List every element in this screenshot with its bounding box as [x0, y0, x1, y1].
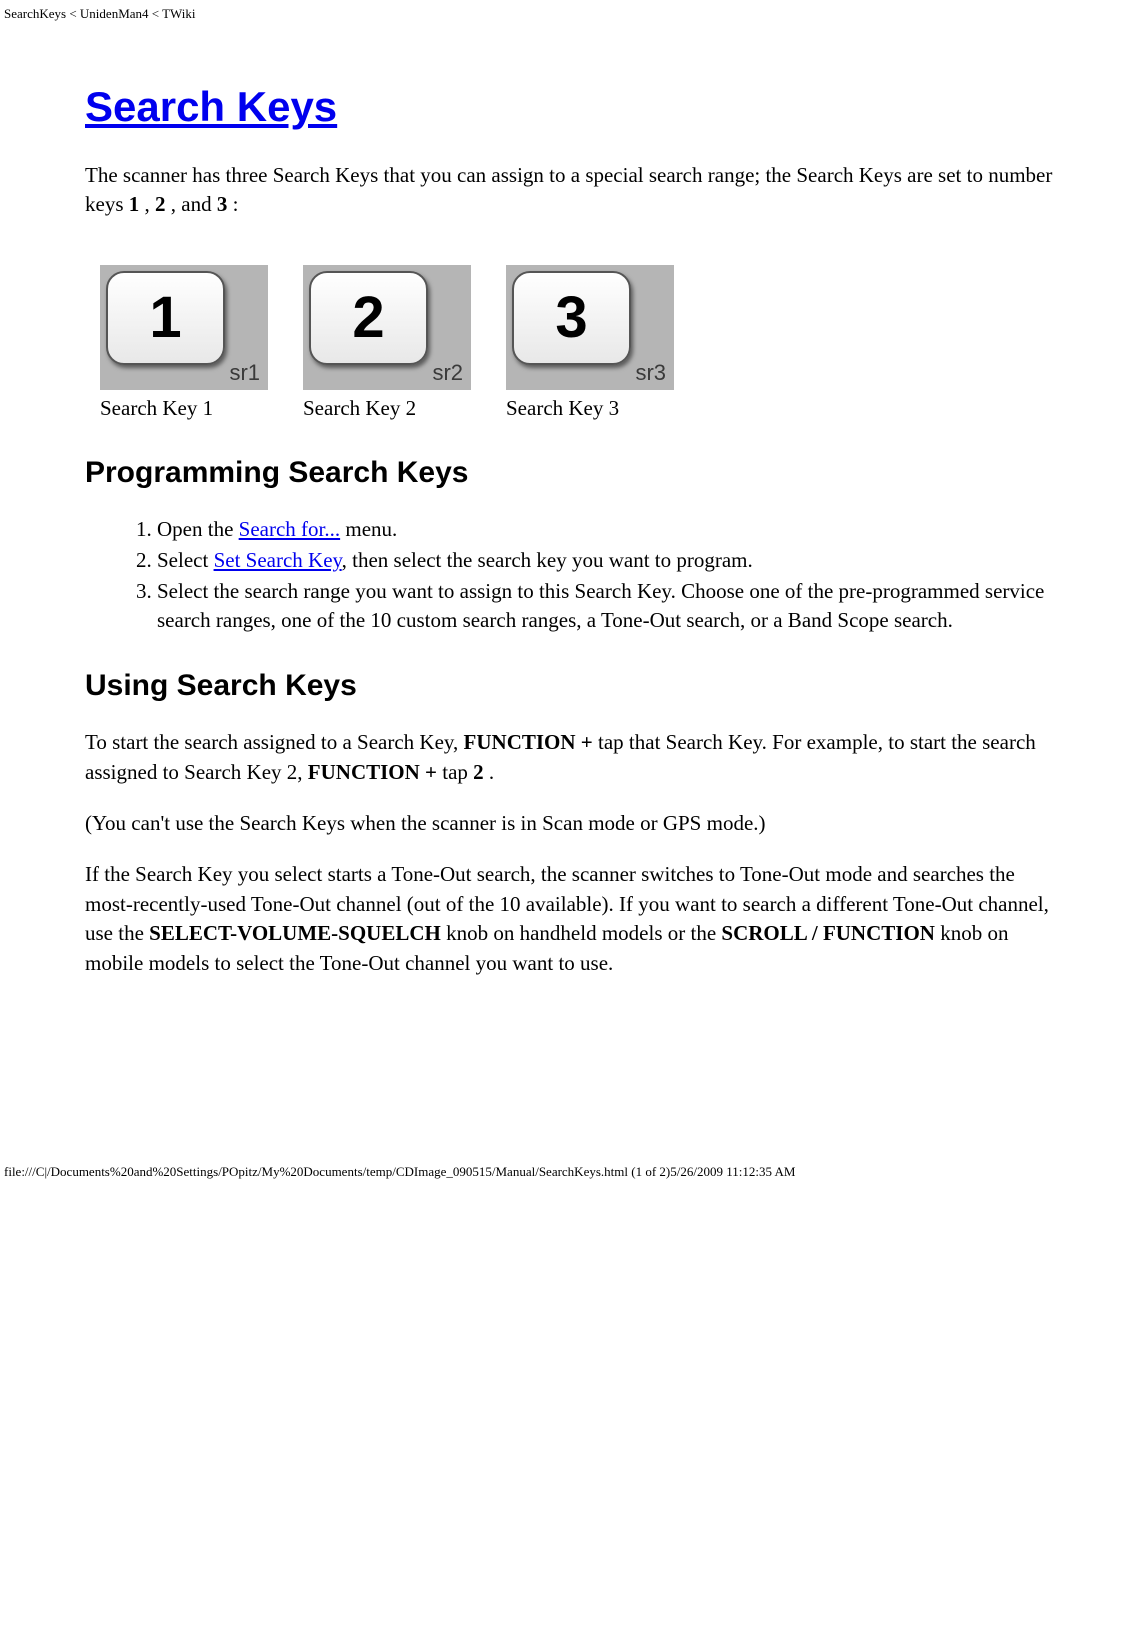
using-p1-b3: 2: [473, 760, 484, 784]
step-2: Select Set Search Key, then select the s…: [157, 546, 1063, 574]
set-search-key-link[interactable]: Set Search Key: [214, 548, 342, 572]
using-p1-b2: FUNCTION +: [308, 760, 437, 784]
step-1: Open the Search for... menu.: [157, 515, 1063, 543]
using-p3-b2: SCROLL / FUNCTION: [721, 921, 935, 945]
key-cell-1: 1 sr1 Search Key 1: [100, 265, 268, 421]
using-p1-mid2: tap: [437, 760, 473, 784]
key-image-3: 3 sr3: [506, 265, 674, 390]
page-title[interactable]: Search Keys: [85, 83, 1063, 131]
using-p3-b1: SELECT-VOLUME-SQUELCH: [149, 921, 441, 945]
key-cell-3: 3 sr3 Search Key 3: [506, 265, 674, 421]
using-paragraph-1: To start the search assigned to a Search…: [85, 728, 1063, 787]
search-for-link[interactable]: Search for...: [239, 517, 340, 541]
heading-using: Using Search Keys: [85, 669, 1063, 703]
content-area: Search Keys The scanner has three Search…: [0, 28, 1148, 1020]
key-button-2: 2: [309, 271, 428, 365]
key-sr-label-3: sr3: [635, 360, 666, 386]
key-image-2: 2 sr2: [303, 265, 471, 390]
key-sr-label-1: sr1: [229, 360, 260, 386]
key-number-1: 1: [129, 192, 140, 216]
using-p1-b1: FUNCTION +: [464, 730, 593, 754]
key-button-1: 1: [106, 271, 225, 365]
key-image-1: 1 sr1: [100, 265, 268, 390]
header-breadcrumb: SearchKeys < UnidenMan4 < TWiki: [0, 0, 1148, 28]
key-number-2: 2: [155, 192, 166, 216]
key-sr-label-2: sr2: [432, 360, 463, 386]
key-caption-3: Search Key 3: [506, 396, 674, 421]
using-paragraph-3: If the Search Key you select starts a To…: [85, 860, 1063, 978]
step-2-post: , then select the search key you want to…: [342, 548, 753, 572]
footer-file-path: file:///C|/Documents%20and%20Settings/PO…: [0, 1160, 1148, 1184]
step-1-post: menu.: [340, 517, 397, 541]
using-p1-pre: To start the search assigned to a Search…: [85, 730, 464, 754]
key-number-3: 3: [217, 192, 228, 216]
programming-steps: Open the Search for... menu. Select Set …: [85, 515, 1063, 634]
using-p3-mid: knob on handheld models or the: [441, 921, 722, 945]
intro-paragraph: The scanner has three Search Keys that y…: [85, 161, 1063, 220]
intro-sep-1: ,: [139, 192, 155, 216]
heading-programming: Programming Search Keys: [85, 456, 1063, 490]
using-paragraph-2: (You can't use the Search Keys when the …: [85, 809, 1063, 838]
key-caption-1: Search Key 1: [100, 396, 268, 421]
step-1-pre: Open the: [157, 517, 239, 541]
using-p1-end: .: [484, 760, 495, 784]
intro-sep-2: , and: [166, 192, 217, 216]
key-images-row: 1 sr1 Search Key 1 2 sr2 Search Key 2 3 …: [85, 265, 1063, 421]
key-cell-2: 2 sr2 Search Key 2: [303, 265, 471, 421]
step-2-pre: Select: [157, 548, 214, 572]
key-caption-2: Search Key 2: [303, 396, 471, 421]
intro-suffix: :: [227, 192, 238, 216]
step-3: Select the search range you want to assi…: [157, 577, 1063, 634]
key-button-3: 3: [512, 271, 631, 365]
